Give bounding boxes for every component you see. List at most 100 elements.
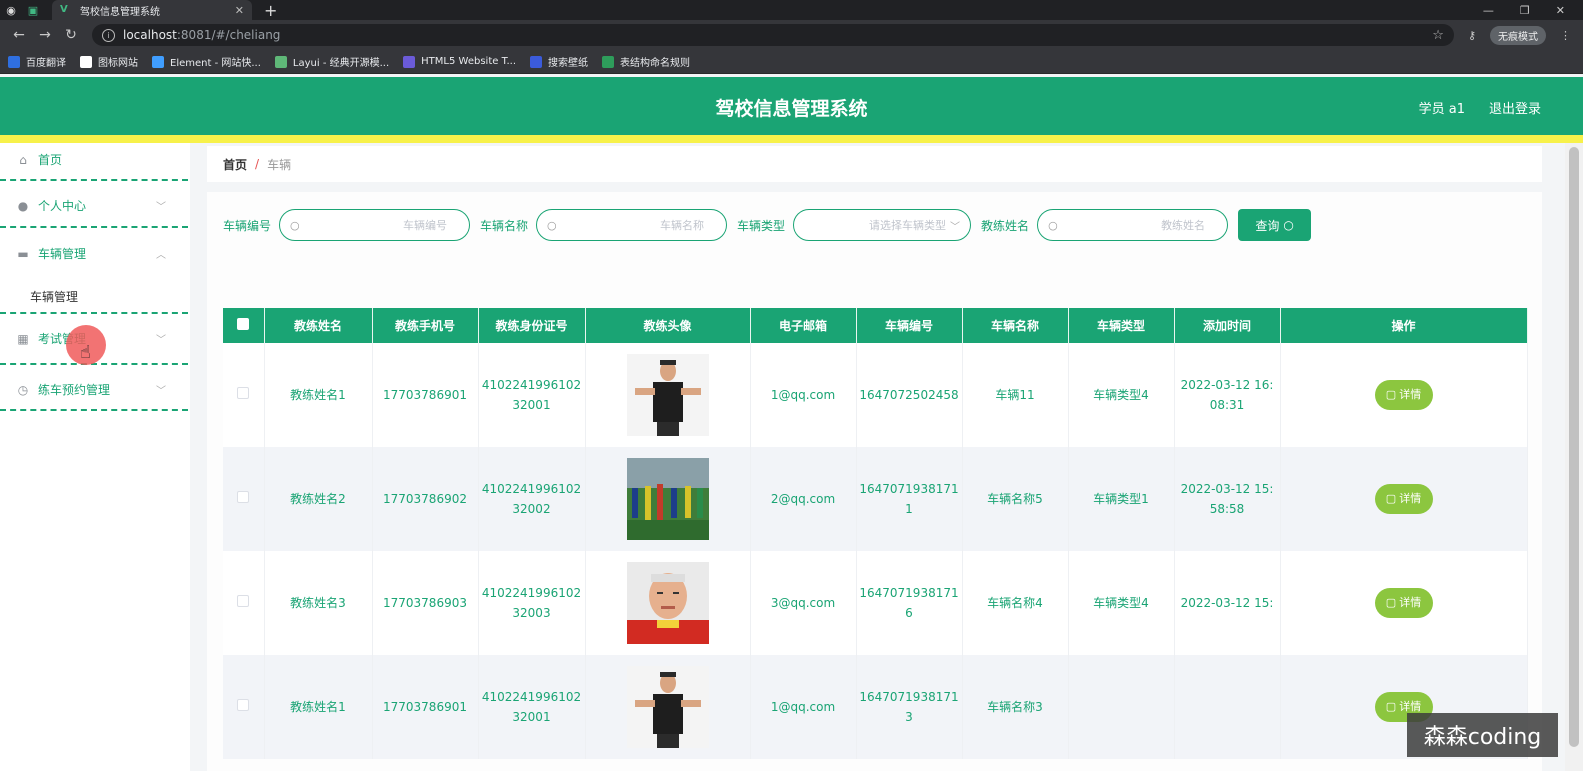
coach-name-cell: 教练姓名2 bbox=[264, 447, 373, 551]
query-button[interactable]: 查询 ○ bbox=[1238, 209, 1312, 241]
vehicle-name-cell: 车辆名称5 bbox=[962, 447, 1069, 551]
bookmark-item[interactable]: Layui - 经典开源模... bbox=[274, 54, 389, 69]
logout-link[interactable]: 退出登录 bbox=[1489, 98, 1541, 117]
table-row: 教练姓名3 17703786903 4102241996102 32003 3@qq.c… bbox=[223, 551, 1528, 655]
home-icon: ⌂ bbox=[19, 152, 27, 167]
key-icon[interactable]: ⚷ bbox=[1468, 29, 1476, 42]
row-checkbox[interactable] bbox=[237, 595, 250, 607]
coach-id-line: 32001 bbox=[512, 710, 551, 724]
bookmark-label: 百度翻译 bbox=[26, 58, 66, 69]
vehicle-type-cell bbox=[1068, 655, 1175, 759]
select-all-checkbox[interactable] bbox=[237, 318, 250, 330]
page-scrollbar[interactable] bbox=[1565, 143, 1583, 771]
coach-phone-cell: 17703786902 bbox=[372, 447, 479, 551]
bookmark-label: 图标网站 bbox=[98, 58, 138, 69]
bookmark-item[interactable]: Element - 网站快... bbox=[152, 54, 261, 69]
detail-icon: ▢ bbox=[1385, 596, 1397, 609]
close-tab-icon[interactable]: ✕ bbox=[235, 4, 244, 17]
coach-id-line: 4102241996102 bbox=[481, 482, 582, 496]
vehicle-no-line: 1647071938171 bbox=[859, 690, 959, 704]
search-label: 车辆名称 bbox=[480, 218, 529, 233]
breadcrumb-home[interactable]: 首页 bbox=[223, 156, 247, 173]
coach-avatar-image bbox=[626, 458, 709, 540]
column-header: 电子邮箱 bbox=[750, 308, 857, 343]
coach-avatar-cell bbox=[585, 343, 751, 447]
sidebar: ⌂ 首页 ● 个人中心 ﹀ ▬ 车辆管理 ︿ 车辆管理 ▦ 考试管理 ﹀ ◷ 练… bbox=[0, 143, 190, 771]
sidebar-item-booking[interactable]: ◷ 练车预约管理 ﹀ bbox=[0, 381, 188, 398]
bookmark-item[interactable]: 表结构命名规则 bbox=[602, 54, 690, 69]
coach-name-input[interactable]: ○ 教练姓名 bbox=[1037, 209, 1229, 241]
added-time-line: 2022-03-12 15: bbox=[1180, 482, 1274, 496]
address-bar: ← → ↻ i localhost:8081/#/cheliang ☆ ⚷ 无痕… bbox=[0, 20, 1583, 50]
bookmark-star-icon[interactable]: ☆ bbox=[1432, 28, 1444, 43]
column-header: 教练头像 bbox=[585, 308, 751, 343]
column-header: 教练姓名 bbox=[264, 308, 373, 343]
restore-icon[interactable]: ❐ bbox=[1520, 4, 1530, 17]
back-icon[interactable]: ← bbox=[6, 27, 32, 43]
chevron-down-icon: ﹀ bbox=[156, 335, 166, 346]
site-info-icon[interactable]: i bbox=[102, 28, 115, 42]
detail-button[interactable]: ▢ 详情 bbox=[1374, 484, 1433, 514]
bookmark-label: Element - 网站快... bbox=[170, 58, 261, 69]
minimize-icon[interactable]: — bbox=[1483, 4, 1494, 17]
vehicle-no-line: 1647072502458 bbox=[859, 388, 959, 402]
search-label: 车辆编号 bbox=[223, 218, 272, 233]
email-cell: 2@qq.com bbox=[750, 447, 857, 551]
table-row: 教练姓名2 17703786902 4102241996102 32002 2@qq.c… bbox=[223, 447, 1528, 551]
vehicle-type-cell: 车辆类型4 bbox=[1068, 551, 1175, 655]
vehicle-no-input[interactable]: ○ 车辆编号 bbox=[279, 209, 471, 241]
incognito-badge[interactable]: 无痕模式 bbox=[1490, 25, 1546, 45]
new-tab-icon[interactable]: + bbox=[264, 1, 277, 20]
forward-icon[interactable]: → bbox=[32, 27, 58, 43]
vehicle-type-cell: 车辆类型1 bbox=[1068, 447, 1175, 551]
scrollbar-thumb[interactable] bbox=[1569, 147, 1579, 747]
sidebar-item-home[interactable]: ⌂ 首页 bbox=[0, 151, 188, 168]
row-select-cell[interactable] bbox=[223, 655, 265, 759]
breadcrumb-current: 车辆 bbox=[267, 157, 292, 172]
bookmark-item[interactable]: 图标网站 bbox=[80, 54, 138, 69]
browser-tab[interactable]: V 驾校信息管理系统 ✕ bbox=[52, 0, 252, 20]
bookmark-item[interactable]: HTML5 Website T... bbox=[403, 55, 517, 68]
coach-id-line: 4102241996102 bbox=[481, 378, 582, 392]
browser-menu-icon[interactable]: ◉ bbox=[0, 0, 22, 20]
detail-icon: ▢ bbox=[1385, 388, 1397, 401]
column-header: 教练身份证号 bbox=[478, 308, 586, 343]
detail-button[interactable]: ▢ 详情 bbox=[1374, 380, 1433, 410]
bookmarks-bar: 百度翻译 图标网站 Element - 网站快... Layui - 经典开源模...… bbox=[0, 50, 1583, 74]
bookmark-favicon-icon bbox=[403, 55, 416, 68]
row-select-cell[interactable] bbox=[223, 551, 265, 655]
breadcrumb-separator: / bbox=[255, 157, 260, 171]
row-select-cell[interactable] bbox=[223, 343, 265, 447]
pinned-tab-icon[interactable]: ▣ bbox=[22, 0, 44, 20]
column-header: 教练手机号 bbox=[372, 308, 479, 343]
window-close-icon[interactable]: ✕ bbox=[1556, 4, 1565, 17]
coach-id-line: 4102241996102 bbox=[481, 690, 582, 704]
actions-cell: ▢ 详情 bbox=[1280, 447, 1528, 551]
submenu-item-vehicles[interactable]: 车辆管理 bbox=[30, 288, 78, 305]
bookmark-label: HTML5 Website T... bbox=[421, 56, 517, 67]
vehicle-name-cell: 车辆名称4 bbox=[962, 551, 1069, 655]
url-input[interactable]: i localhost:8081/#/cheliang ☆ bbox=[92, 24, 1454, 46]
search-label: 车辆类型 bbox=[737, 218, 786, 233]
bookmark-item[interactable]: 搜索壁纸 bbox=[530, 54, 588, 69]
vue-logo-icon: V bbox=[60, 4, 68, 15]
detail-button-label: 详情 bbox=[1399, 596, 1422, 609]
search-icon: ○ bbox=[290, 218, 300, 232]
url-host: localhost bbox=[123, 28, 177, 42]
vehicle-name-input[interactable]: ○ 车辆名称 bbox=[536, 209, 728, 241]
bookmark-favicon-icon bbox=[8, 55, 20, 68]
detail-button[interactable]: ▢ 详情 bbox=[1374, 588, 1433, 618]
vehicle-no-line: 1647071938171 bbox=[859, 482, 959, 496]
select-all-cell[interactable] bbox=[223, 308, 265, 343]
row-select-cell[interactable] bbox=[223, 447, 265, 551]
sidebar-item-vehicles[interactable]: ▬ 车辆管理 ︿ bbox=[0, 245, 188, 262]
vehicle-type-select[interactable]: 请选择车辆类型 ﹀ bbox=[793, 209, 972, 241]
bookmark-item[interactable]: 百度翻译 bbox=[8, 54, 66, 69]
row-checkbox[interactable] bbox=[237, 491, 250, 503]
row-checkbox[interactable] bbox=[237, 387, 250, 399]
more-menu-icon[interactable]: ⋮ bbox=[1560, 29, 1571, 42]
search-label: 教练姓名 bbox=[981, 218, 1030, 233]
reload-icon[interactable]: ↻ bbox=[58, 27, 84, 43]
row-checkbox[interactable] bbox=[237, 699, 250, 711]
sidebar-item-personal[interactable]: ● 个人中心 ﹀ bbox=[0, 197, 188, 214]
